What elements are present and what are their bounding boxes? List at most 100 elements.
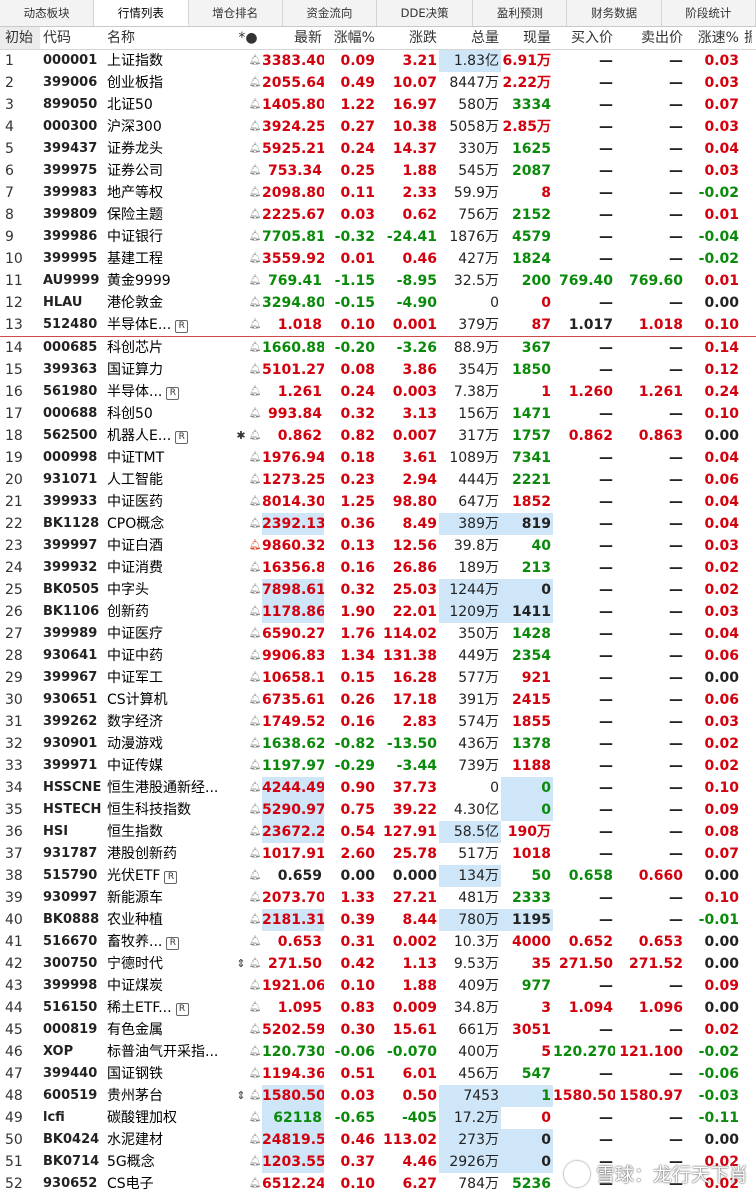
alert-bell-icon[interactable]: 🔔︎ — [248, 359, 262, 381]
alert-bell-icon[interactable]: 🔔︎ — [248, 821, 262, 843]
alert-bell-icon[interactable]: 🔔︎ — [248, 843, 262, 865]
alert-bell-icon[interactable]: 🔔︎ — [248, 667, 262, 689]
table-row[interactable]: 1 000001 上证指数 🔔︎ 3383.40 0.09 3.21 1.83亿 6.91万 — —… — [0, 50, 756, 72]
tab-7[interactable]: 阶段统计 — [662, 0, 756, 26]
alert-bell-icon[interactable]: 🔔︎ — [248, 1063, 262, 1085]
table-row[interactable]: 13 512480 半导体E... R 🔔︎ 1.018 0.10 0.001 379万 87 1.… — [0, 314, 756, 337]
alert-bell-icon[interactable]: 🔔︎ — [248, 601, 262, 623]
alert-bell-icon[interactable]: 🔔︎ — [248, 226, 262, 248]
tab-0[interactable]: 动态板块 — [0, 0, 95, 26]
table-row[interactable]: 16 561980 半导体... R 🔔︎ 1.261 0.24 0.003 7.38万 1 1.2… — [0, 381, 756, 403]
tab-5[interactable]: 盈利预测 — [473, 0, 568, 26]
alert-bell-icon[interactable]: 🔔︎ — [248, 160, 262, 182]
alert-bell-icon[interactable]: 🔔︎ — [248, 711, 262, 733]
table-row[interactable]: 39 930997 新能源车 🔔︎ 2073.70 1.33 27.21 481万 2333 — —… — [0, 887, 756, 909]
alert-bell-icon[interactable]: 🔔︎ — [248, 94, 262, 116]
table-row[interactable]: 8 399809 保险主题 🔔︎ 2225.67 0.03 0.62 756万 2152 — — 0.… — [0, 204, 756, 226]
alert-bell-icon[interactable]: 🔔︎ — [248, 513, 262, 535]
alert-bell-icon[interactable]: 🔔︎ — [248, 292, 262, 314]
table-row[interactable]: 28 930641 中证中药 🔔︎ 9906.83 1.34 131.38 449万 2354 —… — [0, 645, 756, 667]
alert-bell-icon[interactable]: 🔔︎ — [248, 469, 262, 491]
alert-bell-icon[interactable]: 🔔︎ — [248, 799, 262, 821]
header-bid[interactable]: 买入价 — [553, 27, 615, 49]
table-row[interactable]: 25 BK0505 中字头 🔔︎ 7898.61 0.32 25.03 1244万 0 — — 0.0… — [0, 579, 756, 601]
alert-bell-icon[interactable]: 🔔︎ — [248, 248, 262, 270]
alert-bell-icon[interactable]: 🔔︎ — [248, 777, 262, 799]
tab-4[interactable]: DDE决策 — [377, 0, 474, 26]
table-row[interactable]: 9 399986 中证银行 🔔︎ 7705.81 -0.32 -24.41 1876万 4579… — [0, 226, 756, 248]
table-row[interactable]: 45 000819 有色金属 🔔︎ 5202.59 0.30 15.61 661万 3051 — —… — [0, 1019, 756, 1041]
alert-bell-icon[interactable]: 🔔︎ — [248, 204, 262, 226]
table-row[interactable]: 36 HSI 恒生指数 🔔︎23672.22 0.54 127.9158.5亿 190万 — —… — [0, 821, 756, 843]
table-row[interactable]: 14 000685 科创芯片 🔔︎ 1660.88 -0.20 -3.26 88.9万 367 —… — [0, 337, 756, 359]
alert-bell-icon[interactable]: 🔔︎ — [248, 314, 262, 336]
header-last-price[interactable]: 最新 — [262, 27, 324, 49]
table-row[interactable]: 46 XOP 标普油气开采指... 🔔︎ 120.730 -0.06 -0.070 400万 5… — [0, 1041, 756, 1063]
alert-bell-icon[interactable]: 🔔︎ — [248, 579, 262, 601]
header-ask[interactable]: 卖出价 — [615, 27, 685, 49]
table-row[interactable]: 26 BK1106 创新药 🔔︎ 1178.86 1.90 22.01 1209万 1411 — —… — [0, 601, 756, 623]
alert-bell-icon[interactable]: 🔔︎ — [248, 50, 262, 72]
alert-bell-icon[interactable]: 🔔︎ — [248, 953, 262, 975]
table-row[interactable]: 3 899050 北证50 🔔︎ 1405.80 1.22 16.97 580万 3334 — — 0… — [0, 94, 756, 116]
alert-bell-icon[interactable]: 🔔︎ — [248, 270, 262, 292]
table-row[interactable]: 44 516150 稀土ETF... R 🔔︎ 1.095 0.83 0.009 34.8万 3 1… — [0, 997, 756, 1019]
tab-3[interactable]: 资金流向 — [283, 0, 377, 26]
table-row[interactable]: 37 931787 港股创新药 🔔︎ 1017.91 2.60 25.78 517万 1018 —… — [0, 843, 756, 865]
alert-bell-icon[interactable]: 🔔︎ — [248, 535, 262, 557]
table-row[interactable]: 2 399006 创业板指 🔔︎ 2055.64 0.49 10.07 8447万 2.22万 —… — [0, 72, 756, 94]
table-row[interactable]: 18 562500 机器人E... R ✱ 🔔︎ 0.862 0.82 0.007 317万 175… — [0, 425, 756, 447]
header-current-volume[interactable]: 现量 — [501, 27, 553, 49]
table-row[interactable]: 15 399363 国证算力 🔔︎ 5101.27 0.08 3.86 354万 1850 — — 0… — [0, 359, 756, 381]
table-row[interactable]: 29 399967 中证军工 🔔︎10658.10 0.15 16.28 577万 921 — —… — [0, 667, 756, 689]
table-row[interactable]: 50 BK0424 水泥建材 🔔︎24819.55 0.46 113.02273万0 — — 0… — [0, 1129, 756, 1151]
table-row[interactable]: 38 515790 光伏ETF R 🔔︎ 0.659 0.00 0.000 134万 50 0.65… — [0, 865, 756, 887]
table-row[interactable]: 41 516670 畜牧养... R 🔔︎ 0.653 0.31 0.002 10.3万 4000… — [0, 931, 756, 953]
alert-bell-icon[interactable]: 🔔︎ — [248, 116, 262, 138]
header-change-percent[interactable]: 涨幅% — [324, 27, 377, 49]
header-initial[interactable]: 初始 — [0, 27, 40, 49]
alert-bell-icon[interactable]: 🔔︎ — [248, 975, 262, 997]
table-row[interactable]: 24 399932 中证消费 🔔︎16356.85 0.16 26.86 189万 213 — —… — [0, 557, 756, 579]
table-row[interactable]: 7 399983 地产等权 🔔︎ 2098.80 0.11 2.33 59.9万 8 — — -0.0… — [0, 182, 756, 204]
table-row[interactable]: 30 930651 CS计算机 🔔︎ 6735.61 0.26 17.18 391万 2415 —… — [0, 689, 756, 711]
table-row[interactable]: 19 000998 中证TMT 🔔︎ 1976.94 0.18 3.61 1089万 7341 —… — [0, 447, 756, 469]
table-row[interactable]: 22 BK1128 CPO概念 🔔︎ 2392.13 0.36 8.49 389万 819 — — 0… — [0, 513, 756, 535]
table-row[interactable]: 47 399440 国证钢铁 🔔︎ 1194.36 0.51 6.01 456万 547 — — -0… — [0, 1063, 756, 1085]
tab-6[interactable]: 财务数据 — [567, 0, 662, 26]
table-row[interactable]: 11 AU9999 黄金9999 🔔︎ 769.41 -1.15 -8.95 32.5万 200… — [0, 270, 756, 292]
alert-bell-icon[interactable]: 🔔︎ — [248, 887, 262, 909]
header-volume[interactable]: 总量 — [439, 27, 501, 49]
table-row[interactable]: 17 000688 科创50 🔔︎ 993.84 0.32 3.13 156万 1471 — — 0.… — [0, 403, 756, 425]
alert-bell-icon[interactable]: 🔔︎ — [248, 381, 262, 403]
alert-bell-icon[interactable]: 🔔︎ — [248, 182, 262, 204]
table-row[interactable]: 20 931071 人工智能 🔔︎ 1273.25 0.23 2.94 444万 2221 — — 0… — [0, 469, 756, 491]
alert-bell-icon[interactable]: 🔔︎ — [248, 733, 262, 755]
alert-bell-icon[interactable]: 🔔︎ — [248, 997, 262, 1019]
table-row[interactable]: 48 600519 贵州茅台 ⇕ 🔔︎ 1580.50 0.03 0.50 7453 1 1580.… — [0, 1085, 756, 1107]
alert-bell-icon[interactable]: 🔔︎ — [248, 1085, 262, 1107]
header-name[interactable]: 名称 — [104, 27, 234, 49]
alert-bell-icon[interactable]: 🔔︎ — [248, 645, 262, 667]
table-row[interactable]: 31 399262 数字经济 🔔︎ 1749.52 0.16 2.83 574万 1855 — — 0… — [0, 711, 756, 733]
alert-bell-icon[interactable]: 🔔︎ — [248, 689, 262, 711]
alert-bell-icon[interactable]: 🔔︎ — [248, 403, 262, 425]
alert-bell-icon[interactable]: 🔔︎ — [248, 425, 262, 447]
alert-bell-icon[interactable]: 🔔︎ — [248, 865, 262, 887]
tab-1[interactable]: 行情列表 — [94, 0, 189, 26]
table-row[interactable]: 33 399971 中证传媒 🔔︎ 1197.97 -0.29 -3.44 739万 1188 —… — [0, 755, 756, 777]
table-row[interactable]: 43 399998 中证煤炭 🔔︎ 1921.06 0.10 1.88 409万 977 — — 0.… — [0, 975, 756, 997]
table-row[interactable]: 12 HLAU 港伦敦金 🔔︎ 3294.80 -0.15 -4.90 0 0 — — 0.00 — [0, 292, 756, 314]
alert-bell-icon[interactable]: 🔔︎ — [248, 1107, 262, 1129]
header-change[interactable]: 涨跌 — [377, 27, 439, 49]
table-row[interactable]: 6 399975 证券公司 🔔︎ 753.34 0.25 1.88 545万 2087 — — 0.0… — [0, 160, 756, 182]
table-row[interactable]: 34 HSSCNE 恒生港股通新经... 🔔︎ 4244.49 0.90 37.73 0 0 — —… — [0, 777, 756, 799]
alert-bell-icon[interactable]: 🔔︎ — [248, 72, 262, 94]
header-speed[interactable]: 涨速% — [685, 27, 743, 49]
table-row[interactable]: 35 HSTECH 恒生科技指数 🔔︎ 5290.97 0.75 39.22 4.30亿 0 — —… — [0, 799, 756, 821]
tab-2[interactable]: 增仓排名 — [189, 0, 283, 26]
table-row[interactable]: 32 930901 动漫游戏 🔔︎ 1638.62 -0.82 -13.50 436万 1378… — [0, 733, 756, 755]
alert-bell-icon[interactable]: 🔔︎ — [248, 138, 262, 160]
table-row[interactable]: 49 lcfi 碳酸锂加权 🔔︎ 62118 -0.65 -405 17.2万 0 — — -0.11 — [0, 1107, 756, 1129]
alert-bell-icon[interactable]: 🔔︎ — [248, 909, 262, 931]
